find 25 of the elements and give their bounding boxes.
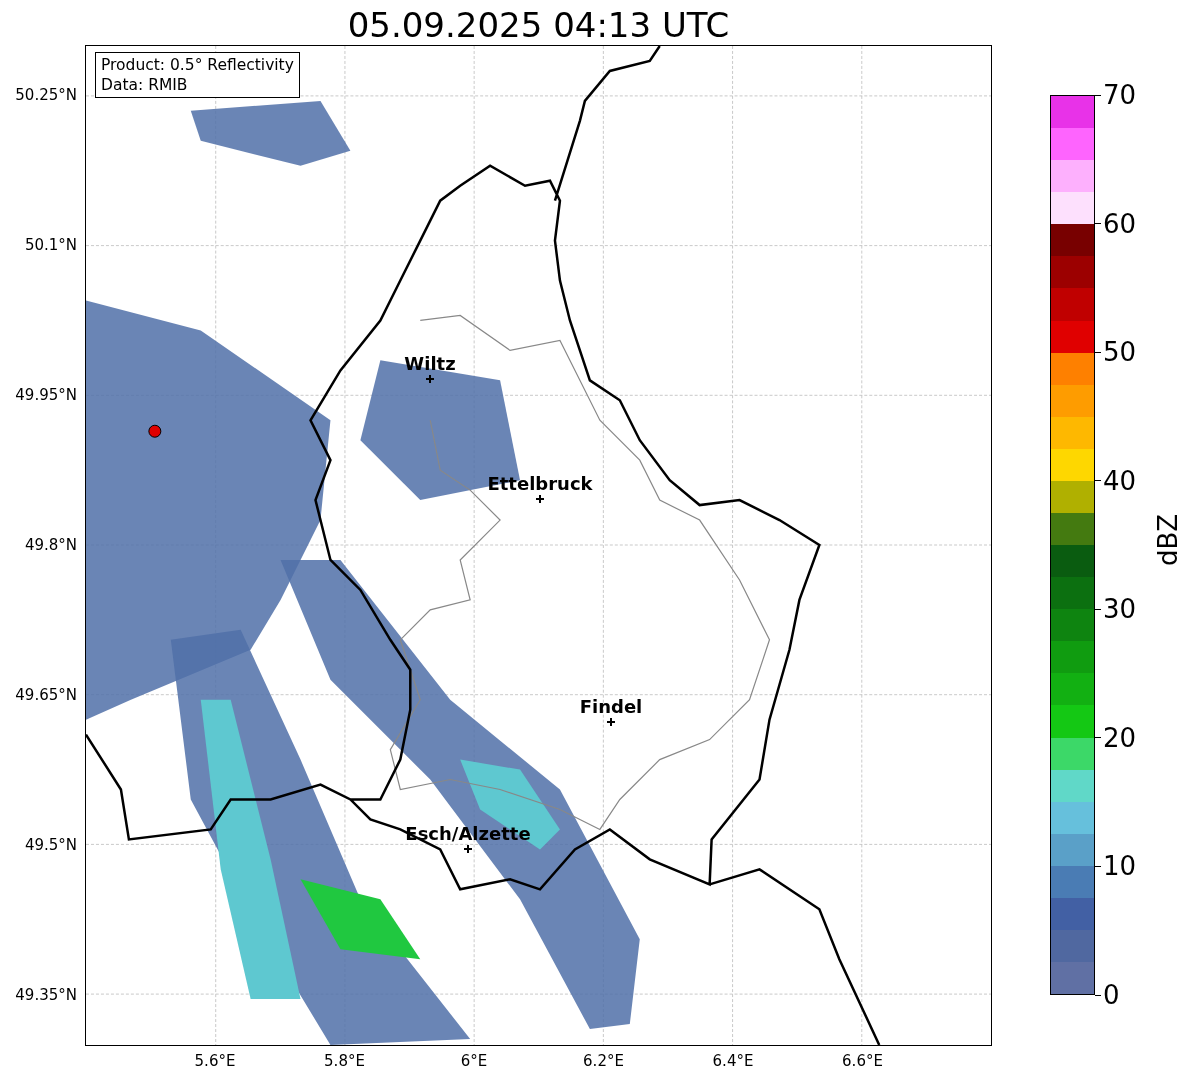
axis-tick-label: 5.8°E: [323, 1052, 366, 1070]
colorbar-label: dBZ: [1153, 513, 1184, 567]
axis-tick-label: 6.6°E: [841, 1052, 884, 1070]
axis-tick-label: 49.95°N: [15, 386, 77, 404]
axis-tick-label: 49.5°N: [24, 836, 77, 854]
plot-title: 05.09.2025 04:13 UTC: [346, 4, 731, 45]
cross-marker-icon: [464, 845, 472, 853]
place-label: Findel: [579, 697, 643, 717]
axis-tick-label: 50.1°N: [24, 236, 77, 254]
cross-marker-icon: [426, 375, 434, 383]
place-label: Wiltz: [404, 354, 456, 374]
place-label: Ettelbruck: [487, 474, 593, 494]
info-text: Data: RMIB: [101, 75, 189, 95]
axis-tick-label: 50.25°N: [15, 86, 77, 104]
info-text: Product: 0.5° Reflectivity: [101, 55, 294, 75]
axis-tick-label: 49.65°N: [15, 686, 77, 704]
axis-tick-label: 6.2°E: [582, 1052, 625, 1070]
axis-tick-label: 49.8°N: [24, 536, 77, 554]
axis-tick-label: 5.6°E: [193, 1052, 237, 1070]
axis-tick-label: 49.35°N: [15, 986, 77, 1004]
cross-marker-icon: [536, 495, 544, 503]
place-label: Esch/Alzette: [405, 824, 531, 844]
axis-tick-label: 6°E: [459, 1052, 489, 1070]
axis-tick-label: 6.4°E: [711, 1052, 755, 1070]
cross-marker-icon: [607, 718, 615, 726]
